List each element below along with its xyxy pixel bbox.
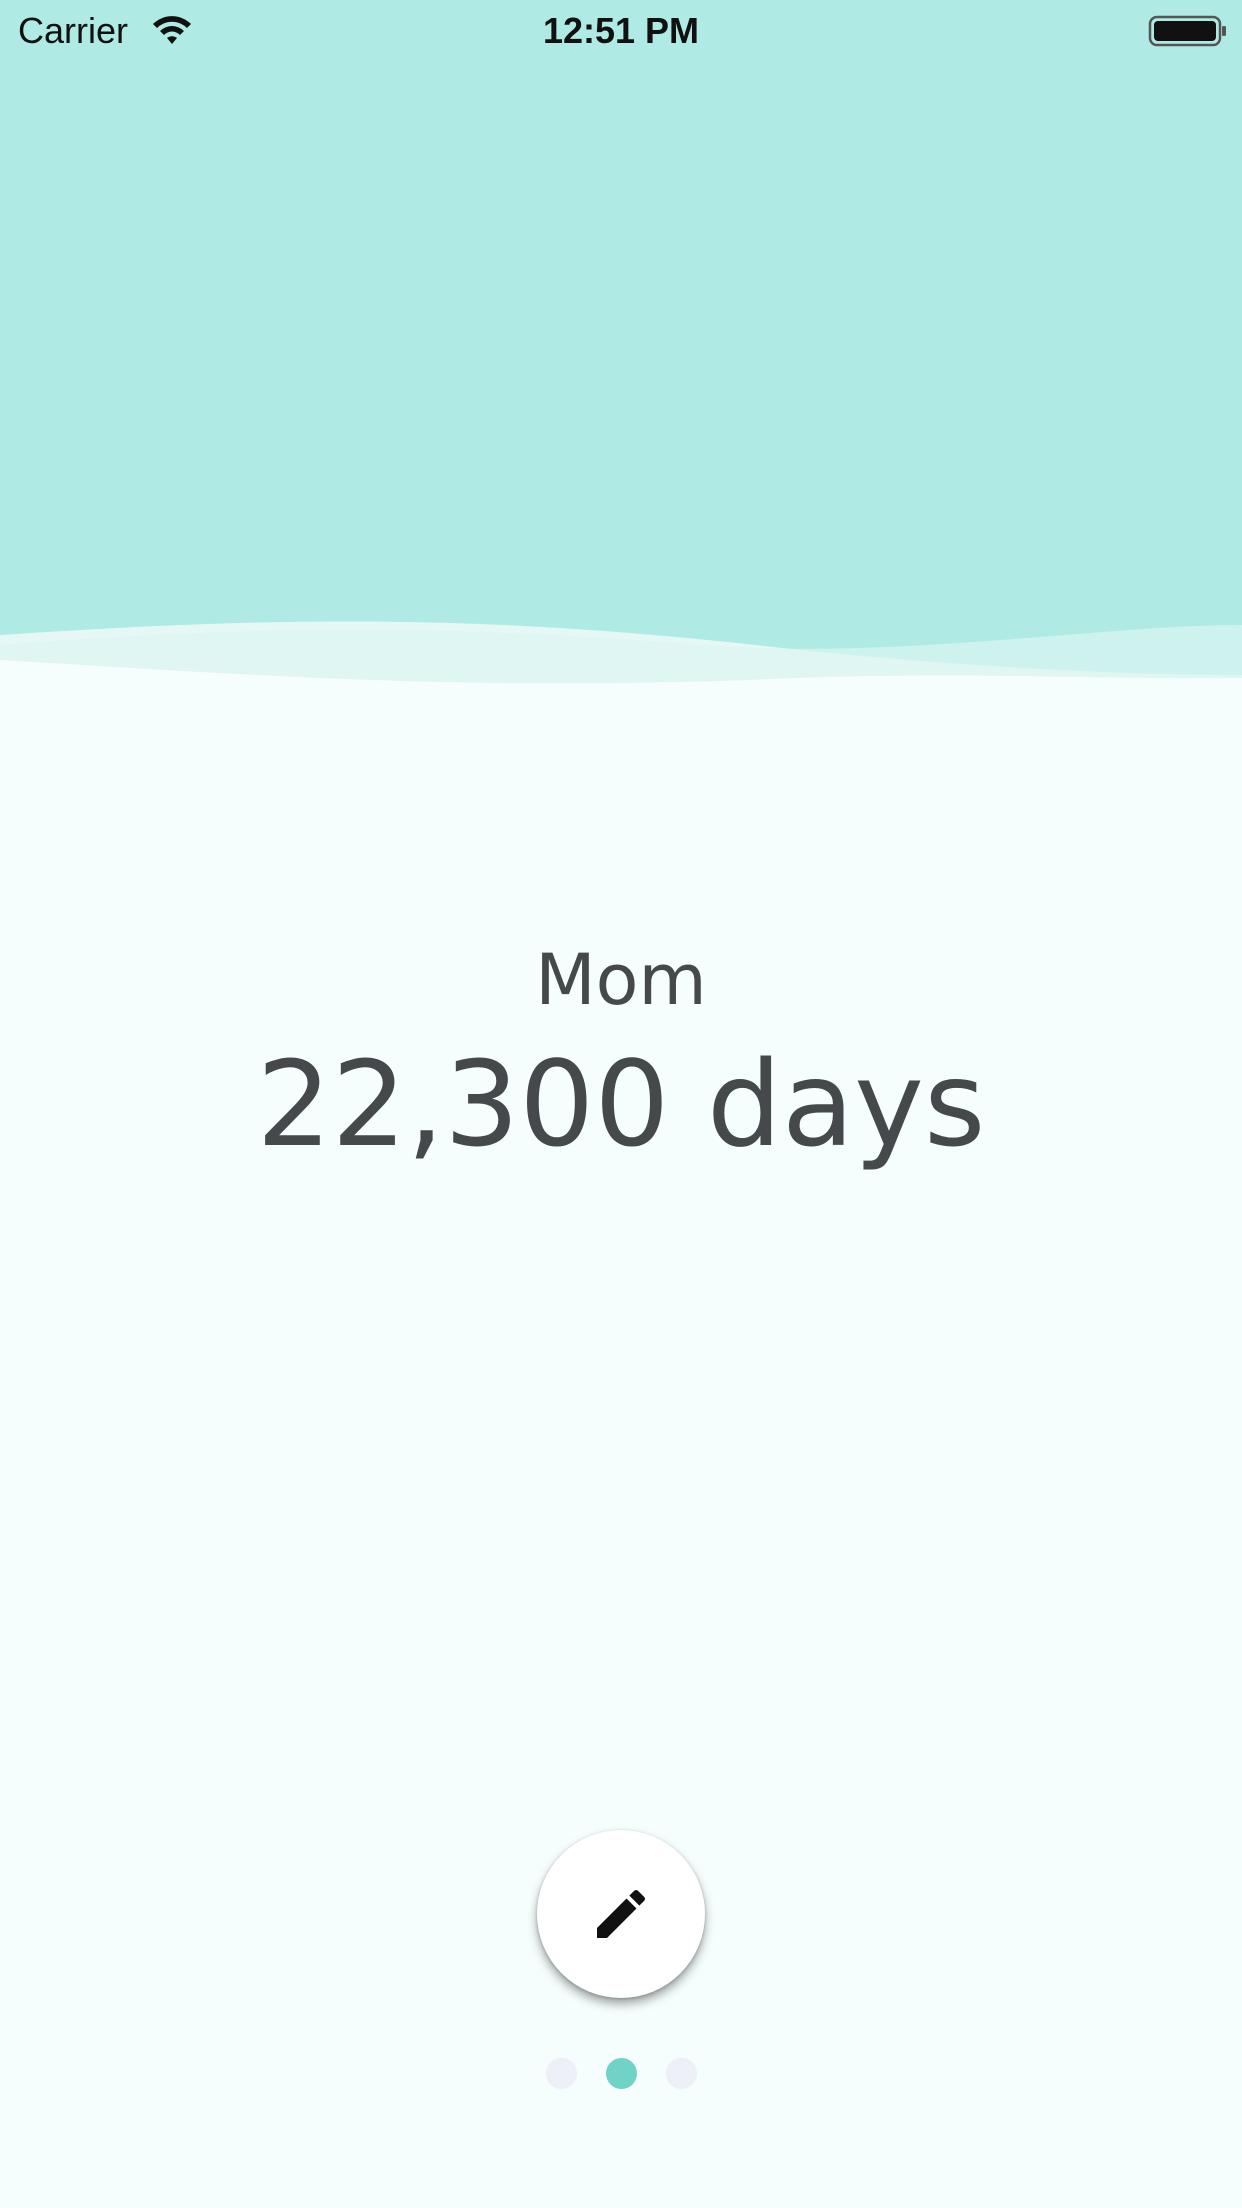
day-count: 22,300 days <box>256 1035 986 1173</box>
header-background <box>0 0 1242 700</box>
page-dot-3[interactable] <box>665 2057 697 2089</box>
countdown-card: Mom 22,300 days <box>0 940 1242 1172</box>
battery-icon <box>1148 15 1226 47</box>
pencil-icon <box>597 1889 646 1938</box>
status-bar: Carrier 12:51 PM <box>0 0 1242 62</box>
person-name: Mom <box>535 939 707 1021</box>
edit-button[interactable] <box>537 1830 705 1998</box>
page-dot-1[interactable] <box>545 2057 577 2089</box>
wave-divider <box>0 621 1242 710</box>
page-dot-2-active[interactable] <box>605 2057 637 2089</box>
status-time: 12:51 PM <box>542 10 700 51</box>
page-indicator <box>0 2056 1242 2090</box>
